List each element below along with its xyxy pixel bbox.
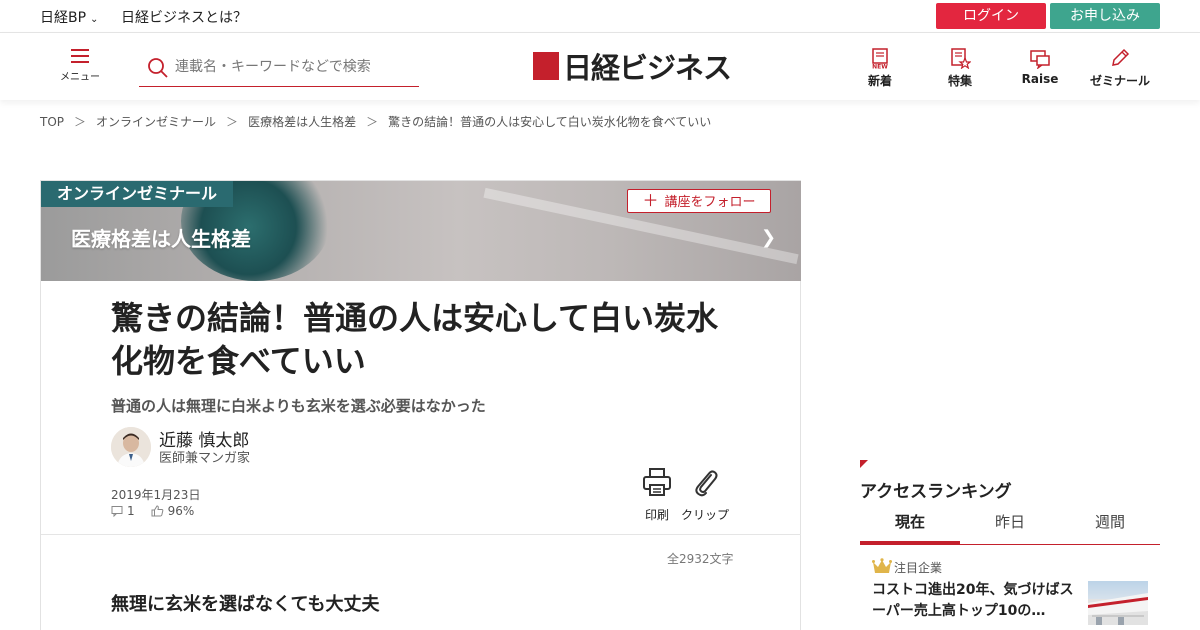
ranking-item-title[interactable]: コストコ進出20年、気づけばスーパー売上高トップ10の… xyxy=(872,580,1077,622)
nav-feature[interactable]: 特集 xyxy=(920,47,1000,89)
breadcrumb: TOP ＞ オンラインゼミナール ＞ 医療格差は人生格差 ＞ 驚きの結論！普通の人は安心して… xyxy=(40,113,711,130)
ranking-corner-mark xyxy=(860,460,868,468)
follow-label: 講座をフォロー xyxy=(664,195,756,210)
nikkei-bp-label: 日経BP xyxy=(40,10,87,26)
comment-count[interactable]: 1 xyxy=(127,504,135,518)
ranking-title: アクセスランキング xyxy=(860,482,1012,502)
author-role: 医師兼マンガ家 xyxy=(159,451,251,466)
chat-bubble-icon xyxy=(1030,50,1050,69)
nav-new-label: 新着 xyxy=(867,74,892,88)
series-category-tag: オンラインゼミナール xyxy=(41,181,234,207)
print-label: 印刷 xyxy=(644,508,669,522)
breadcrumb-separator: ＞ xyxy=(226,115,239,129)
follow-series-button[interactable]: ＋ 講座をフォロー xyxy=(627,189,771,213)
plus-icon: ＋ xyxy=(642,191,659,210)
logo-mark xyxy=(533,52,559,80)
login-button[interactable]: ログイン xyxy=(936,3,1046,29)
menu-button[interactable]: メニュー xyxy=(60,49,100,83)
nav-raise-label: Raise xyxy=(1021,72,1059,86)
clip-button[interactable]: クリップ xyxy=(681,466,729,523)
feature-star-icon xyxy=(951,48,971,69)
site-logo[interactable]: 日経ビジネス xyxy=(533,49,732,85)
site-header: メニュー 日経ビジネス NEW 新着 特集 xyxy=(0,33,1200,100)
author-photo xyxy=(111,427,151,467)
pencil-icon xyxy=(1112,48,1130,66)
author-avatar[interactable] xyxy=(111,427,151,467)
series-banner[interactable]: オンラインゼミナール 医療格差は人生格差 ＋ 講座をフォロー ❯ xyxy=(41,181,801,281)
ranking-item-badge: 注目企業 xyxy=(894,561,943,575)
tab-now[interactable]: 現在 xyxy=(860,505,960,544)
nikkei-bp-menu[interactable]: 日経BP ⌄ xyxy=(40,7,98,27)
publish-date: 2019年1月23日 xyxy=(111,488,201,502)
crown-icon xyxy=(872,558,892,573)
search-input[interactable] xyxy=(175,56,405,78)
article-title: 驚きの結論！普通の人は安心して白い炭水化物を食べていい xyxy=(111,299,719,380)
nav-raise[interactable]: Raise xyxy=(1000,47,1080,86)
tab-weekly[interactable]: 週間 xyxy=(1060,505,1160,544)
nav-feature-label: 特集 xyxy=(947,74,972,88)
divider xyxy=(41,534,801,535)
top-bar: 日経BP ⌄ 日経ビジネスとは？ ログイン お申し込み xyxy=(0,0,1200,33)
comment-icon[interactable] xyxy=(111,505,123,517)
ranking-item-thumbnail[interactable] xyxy=(1088,581,1148,625)
chevron-down-icon: ⌄ xyxy=(90,14,99,25)
article-subtitle: 普通の人は無理に白米よりも玄米を選ぶ必要はなかった xyxy=(111,397,486,415)
thumbs-up-icon[interactable] xyxy=(151,505,164,517)
series-title: 医療格差は人生格差 xyxy=(71,227,251,251)
apply-button[interactable]: お申し込み xyxy=(1050,3,1160,29)
paperclip-icon xyxy=(695,470,718,497)
character-count: 全2932文字 xyxy=(667,552,734,566)
store-photo xyxy=(1088,593,1148,625)
tab-yesterday[interactable]: 昨日 xyxy=(960,505,1060,544)
breadcrumb-online-seminar[interactable]: オンラインゼミナール xyxy=(96,115,216,129)
like-percent: 96% xyxy=(167,504,195,518)
nav-new[interactable]: NEW 新着 xyxy=(840,47,920,89)
breadcrumb-separator: ＞ xyxy=(366,115,379,129)
svg-text:NEW: NEW xyxy=(872,64,888,70)
nav-seminar-label: ゼミナール xyxy=(1089,74,1150,88)
hamburger-icon xyxy=(71,49,89,63)
breadcrumb-separator: ＞ xyxy=(74,115,87,129)
article-card: オンラインゼミナール 医療格差は人生格差 ＋ 講座をフォロー ❯ 驚きの結論！普通… xyxy=(40,180,801,630)
breadcrumb-series[interactable]: 医療格差は人生格差 xyxy=(248,115,356,129)
section-heading: 無理に玄米を選ばなくても大丈夫 xyxy=(111,594,380,615)
nav-seminar[interactable]: ゼミナール xyxy=(1080,47,1160,89)
new-doc-icon: NEW xyxy=(872,48,888,70)
breadcrumb-top[interactable]: TOP xyxy=(40,115,64,129)
about-link[interactable]: 日経ビジネスとは？ xyxy=(121,7,247,27)
search-icon xyxy=(148,58,168,78)
search-box[interactable] xyxy=(139,51,419,87)
printer-icon xyxy=(643,468,671,496)
menu-label: メニュー xyxy=(60,72,100,83)
article-meta: 1 96% xyxy=(111,504,194,518)
ranking-tabs: 現在 昨日 週間 xyxy=(860,505,1160,545)
breadcrumb-current: 驚きの結論！普通の人は安心して白い炭水化物を食べていい xyxy=(388,115,712,129)
logo-text: 日経ビジネス xyxy=(563,51,732,85)
print-button[interactable]: 印刷 xyxy=(641,466,673,523)
clip-label: クリップ xyxy=(681,508,730,522)
chevron-right-icon[interactable]: ❯ xyxy=(761,227,776,248)
